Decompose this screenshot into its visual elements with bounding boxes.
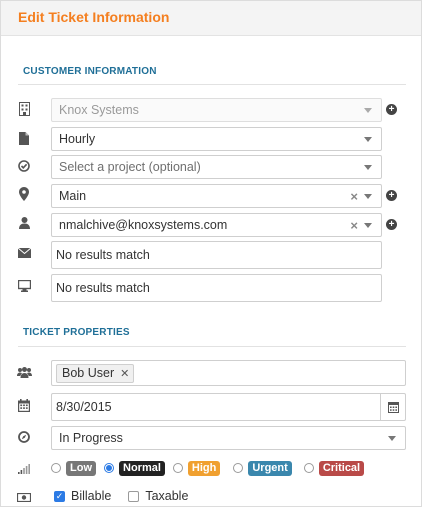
- contract-value: Hourly: [59, 132, 96, 146]
- add-location-icon[interactable]: +: [386, 190, 397, 201]
- project-placeholder: Select a project (optional): [59, 160, 201, 174]
- email-value: No results match: [56, 248, 150, 262]
- calendar-picker-button[interactable]: [380, 394, 405, 420]
- priority-normal-radio[interactable]: [104, 463, 114, 473]
- taxable-label: Taxable: [145, 489, 189, 503]
- check-circle-icon: [15, 158, 33, 174]
- company-value: Knox Systems: [59, 103, 139, 117]
- chevron-down-icon: [388, 435, 396, 441]
- priority-low-badge[interactable]: Low: [66, 460, 96, 476]
- chevron-down-icon: [364, 107, 372, 113]
- chevron-down-icon: [364, 193, 372, 199]
- clear-icon[interactable]: ×: [350, 189, 358, 204]
- calendar-icon: [15, 397, 33, 413]
- contact-value: nmalchive@knoxsystems.com: [59, 218, 228, 232]
- add-company-icon[interactable]: +: [386, 104, 397, 115]
- priority-urgent-radio[interactable]: [233, 463, 244, 473]
- ticket-section-title: TICKET PROPERTIES: [23, 327, 130, 338]
- project-select[interactable]: Select a project (optional): [51, 155, 382, 179]
- panel-title: Edit Ticket Information: [18, 9, 170, 25]
- users-icon: [15, 364, 33, 380]
- status-value: In Progress: [59, 431, 123, 445]
- chevron-down-icon: [364, 164, 372, 170]
- assignee-multiselect[interactable]: Bob User ✕: [51, 360, 406, 386]
- remove-tag-icon[interactable]: ✕: [120, 367, 129, 380]
- device-value: No results match: [56, 281, 150, 295]
- billing-checkboxes: Billable Taxable: [54, 489, 188, 503]
- assignee-tag-label: Bob User: [62, 366, 115, 380]
- location-value: Main: [59, 189, 87, 203]
- money-icon: [15, 489, 33, 505]
- date-value: 8/30/2015: [56, 400, 112, 414]
- priority-critical-badge[interactable]: Critical: [318, 460, 365, 476]
- chevron-down-icon: [364, 136, 372, 142]
- user-icon: [15, 215, 33, 231]
- map-marker-icon: [15, 186, 33, 202]
- status-select[interactable]: In Progress: [51, 426, 406, 450]
- contact-select[interactable]: nmalchive@knoxsystems.com ×: [51, 213, 382, 237]
- customer-section-title: CUSTOMER INFORMATION: [23, 66, 157, 77]
- divider: [18, 346, 406, 347]
- device-field[interactable]: No results match: [51, 274, 382, 302]
- calendar-grid-icon: [387, 401, 399, 413]
- priority-high-badge[interactable]: High: [187, 460, 221, 476]
- priority-normal-badge[interactable]: Normal: [119, 460, 165, 476]
- monitor-icon: [15, 278, 33, 294]
- building-icon: [15, 101, 33, 117]
- priority-urgent-badge[interactable]: Urgent: [248, 460, 292, 476]
- edit-ticket-panel: Edit Ticket Information CUSTOMER INFORMA…: [0, 0, 422, 507]
- add-contact-icon[interactable]: +: [386, 219, 397, 230]
- company-select[interactable]: Knox Systems: [51, 98, 382, 122]
- divider: [18, 84, 406, 85]
- location-select[interactable]: Main ×: [51, 184, 382, 208]
- billable-checkbox[interactable]: [54, 490, 65, 502]
- taxable-checkbox[interactable]: [128, 490, 140, 502]
- billable-label: Billable: [71, 489, 112, 503]
- email-field[interactable]: No results match: [51, 241, 382, 269]
- panel-header: Edit Ticket Information: [1, 1, 421, 36]
- assignee-tag: Bob User ✕: [56, 363, 135, 383]
- compass-icon: [15, 429, 33, 445]
- document-icon: [15, 130, 33, 146]
- signal-bars-icon: [15, 461, 33, 477]
- chevron-down-icon: [364, 222, 372, 228]
- priority-critical-radio[interactable]: [303, 463, 314, 473]
- date-field[interactable]: 8/30/2015: [51, 393, 406, 421]
- priority-low-radio[interactable]: [51, 463, 61, 473]
- contract-select[interactable]: Hourly: [51, 127, 382, 151]
- priority-radio-group: Low Normal High Urgent Critical: [51, 459, 372, 477]
- envelope-icon: [15, 245, 33, 261]
- priority-high-radio[interactable]: [172, 463, 183, 473]
- clear-icon[interactable]: ×: [350, 218, 358, 233]
